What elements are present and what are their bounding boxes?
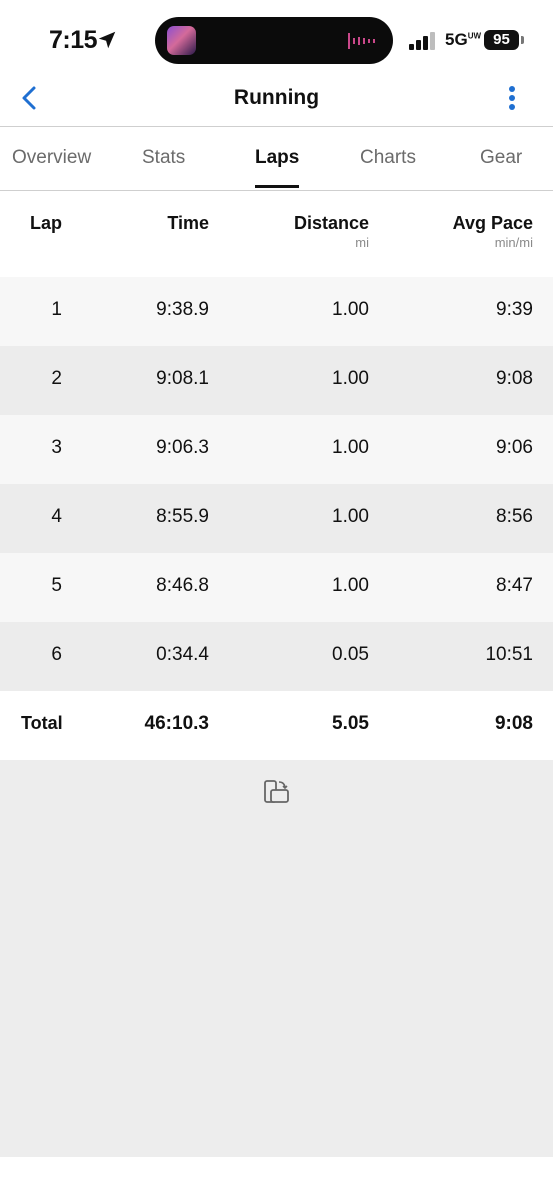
lap-pace: 8:47 xyxy=(496,575,533,596)
tab-overview[interactable]: Overview xyxy=(12,147,91,169)
column-unit-avg-pace: min/mi xyxy=(494,235,533,250)
active-tab-indicator xyxy=(255,185,299,188)
cellular-signal-icon xyxy=(409,32,435,50)
battery-indicator: 95 xyxy=(484,30,519,50)
table-row[interactable]: 3 9:06.3 1.00 9:06 xyxy=(0,415,553,484)
status-bar: 7:15 5GUW 95 xyxy=(0,0,553,80)
lower-panel xyxy=(0,760,553,1157)
tab-bar: Overview Stats Laps Charts Gear xyxy=(0,127,553,191)
laps-table-header: Lap Time Distance mi Avg Pace min/mi xyxy=(0,191,553,277)
table-row[interactable]: 5 8:46.8 1.00 8:47 xyxy=(0,553,553,622)
rotate-device-icon[interactable] xyxy=(263,778,291,806)
network-type: 5GUW xyxy=(445,30,482,49)
lap-pace: 9:39 xyxy=(496,299,533,320)
status-time: 7:15 xyxy=(49,26,98,54)
tab-stats[interactable]: Stats xyxy=(142,147,185,169)
table-row[interactable]: 1 9:38.9 1.00 9:39 xyxy=(0,277,553,346)
lap-pace: 9:06 xyxy=(496,437,533,458)
lap-pace: 10:51 xyxy=(485,644,533,665)
total-row: Total 46:10.3 5.05 9:08 xyxy=(0,691,553,760)
location-arrow-icon xyxy=(98,31,116,49)
lap-pace: 8:56 xyxy=(496,506,533,527)
tab-charts[interactable]: Charts xyxy=(360,147,416,169)
battery-cap xyxy=(521,36,524,44)
table-row[interactable]: 2 9:08.1 1.00 9:08 xyxy=(0,346,553,415)
page-title: Running xyxy=(233,86,320,109)
tab-gear[interactable]: Gear xyxy=(480,147,522,169)
column-header-avg-pace: Avg Pace xyxy=(452,213,533,233)
total-pace: 9:08 xyxy=(494,713,533,734)
audio-waveform-icon xyxy=(348,33,375,49)
table-row[interactable]: 4 8:55.9 1.00 8:56 xyxy=(0,484,553,553)
nav-header: Running xyxy=(0,74,553,127)
now-playing-artwork xyxy=(167,26,196,55)
table-row[interactable]: 6 0:34.4 0.05 10:51 xyxy=(0,622,553,691)
lap-pace: 9:08 xyxy=(496,368,533,389)
dynamic-island[interactable] xyxy=(155,17,393,64)
more-vertical-icon[interactable] xyxy=(500,82,524,114)
tab-laps[interactable]: Laps xyxy=(255,147,299,169)
